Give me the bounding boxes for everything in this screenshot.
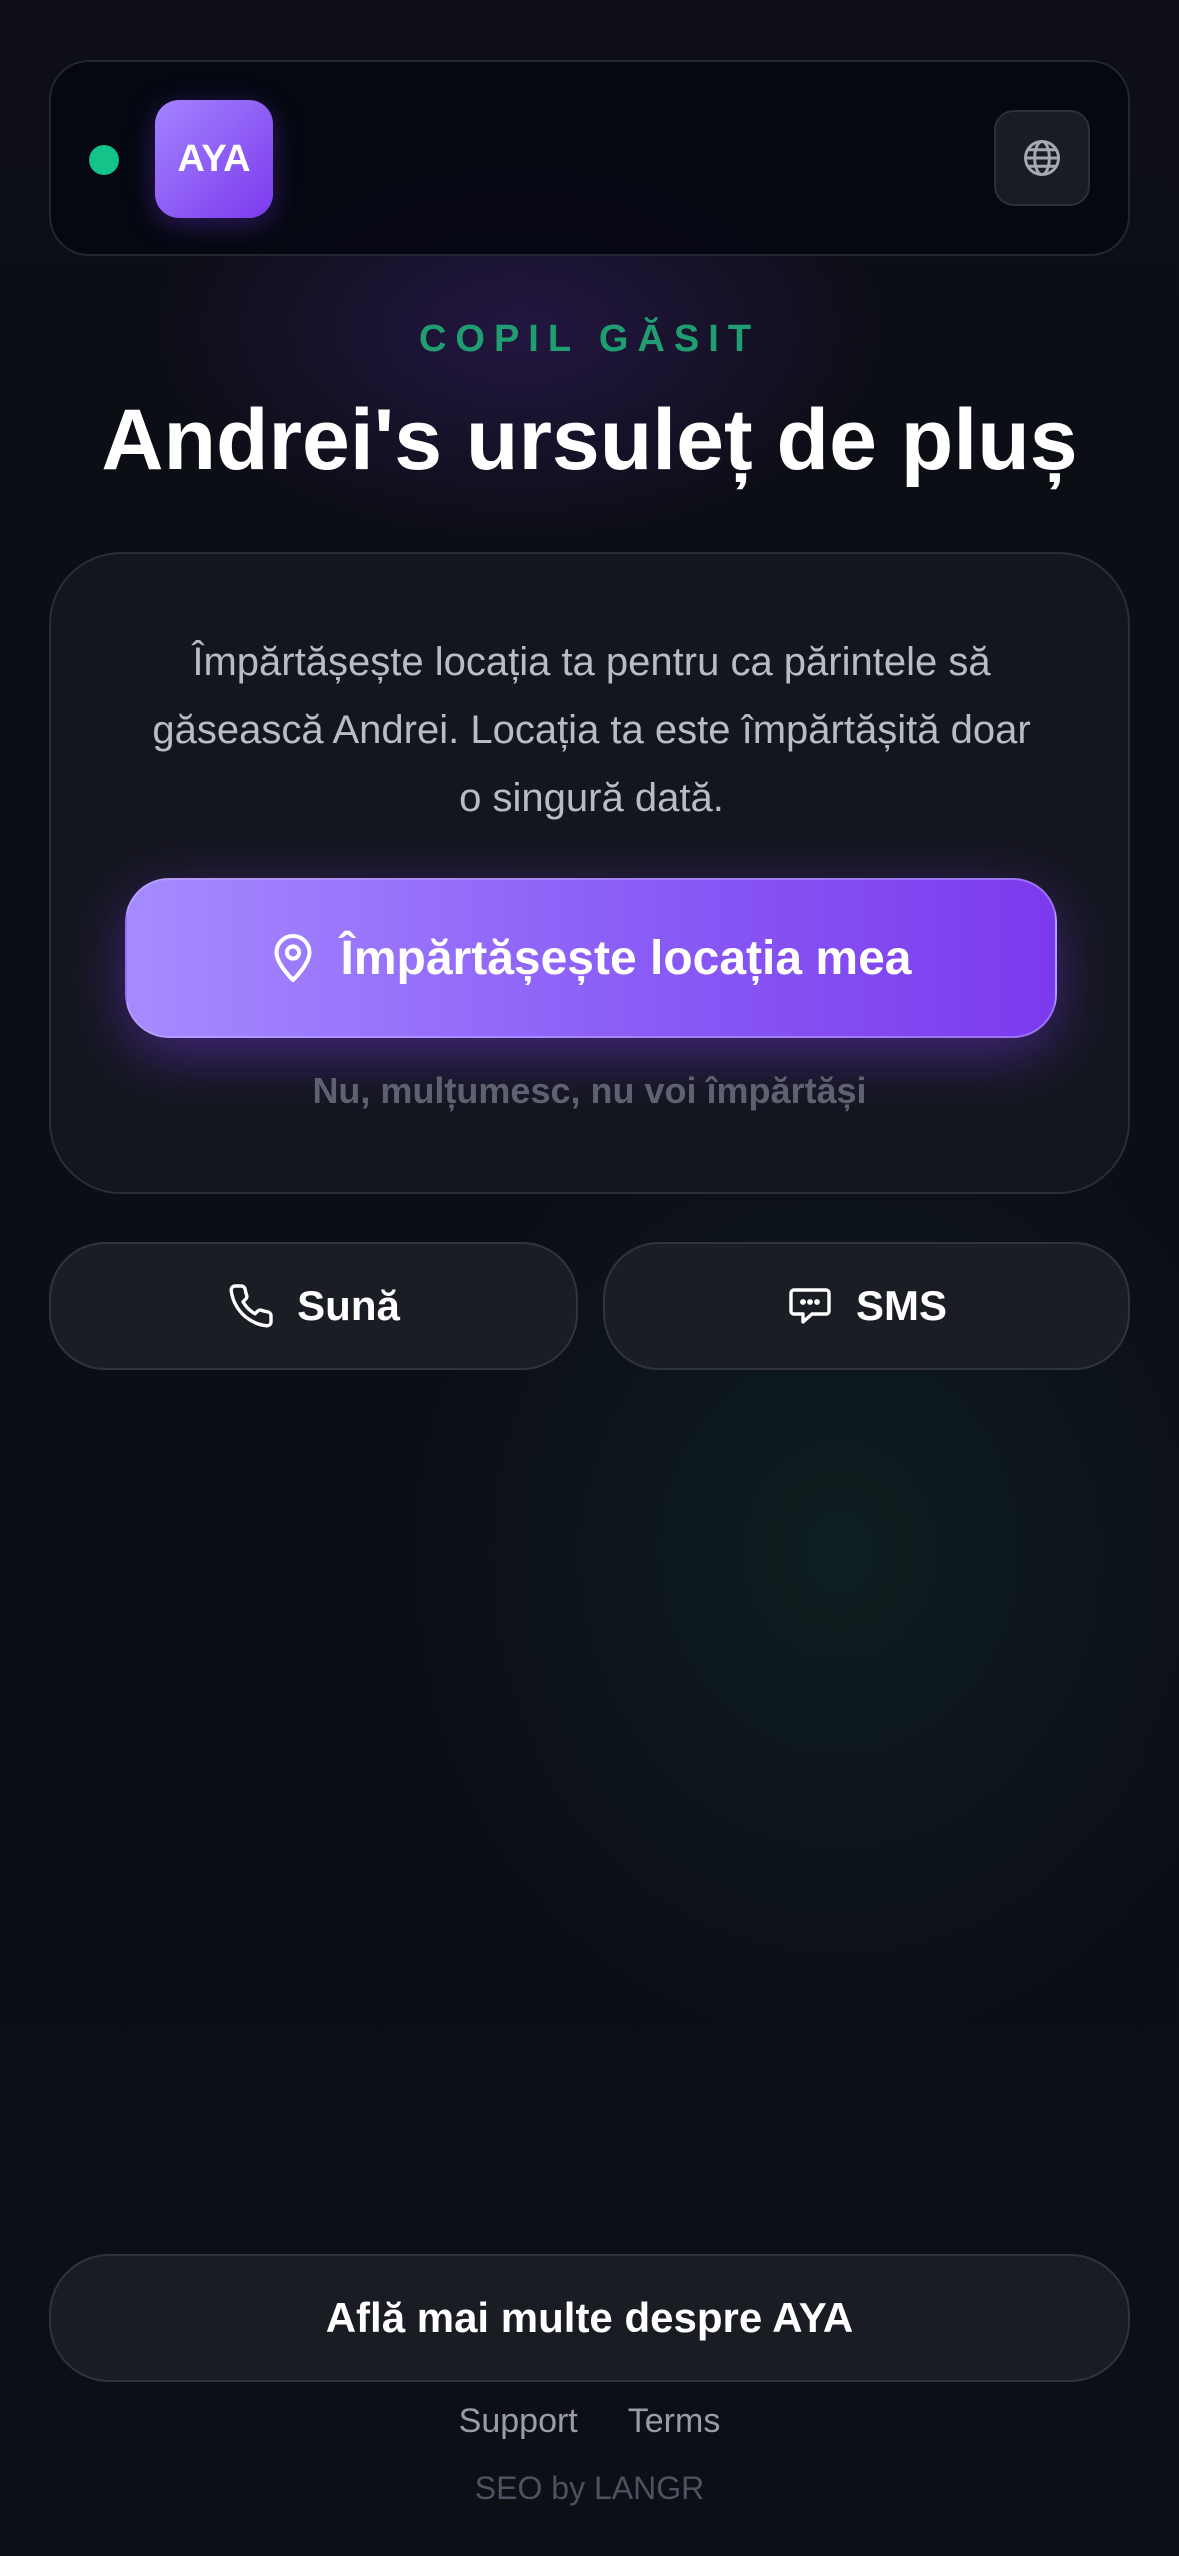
decline-share-link[interactable]: Nu, mulțumesc, nu voi împărtăși [51,1070,1128,1112]
aya-logo: AYA [155,100,273,218]
terms-link[interactable]: Terms [628,2402,721,2441]
chat-bubble-icon [786,1282,834,1330]
language-button[interactable] [994,110,1090,206]
page-title: Andrei's ursuleț de pluș [101,392,1078,488]
learn-more-button[interactable]: Află mai multe despre AYA [49,2254,1130,2382]
phone-icon [227,1282,275,1330]
sms-button[interactable]: SMS [603,1242,1130,1370]
sms-label: SMS [855,1282,947,1329]
location-pin-icon [271,932,315,984]
globe-icon [1024,140,1060,176]
share-location-card: Împărtășește locația ta pentru ca părint… [49,552,1130,1194]
share-description: Împărtășește locația ta pentru ca părint… [152,640,1031,820]
status-eyebrow: COPIL GĂSIT [418,318,761,360]
footer-links: Support Terms [0,2402,1179,2441]
share-location-label: Împărtășește locația mea [340,931,912,985]
call-label: Sună [297,1282,400,1329]
seo-credit: SEO by LANGR [474,2470,705,2506]
status-indicator [89,145,119,175]
top-bar: AYA [49,60,1130,256]
support-link[interactable]: Support [459,2402,578,2441]
call-button[interactable]: Sună [49,1242,578,1370]
share-location-button[interactable]: Împărtășește locația mea [125,878,1057,1038]
